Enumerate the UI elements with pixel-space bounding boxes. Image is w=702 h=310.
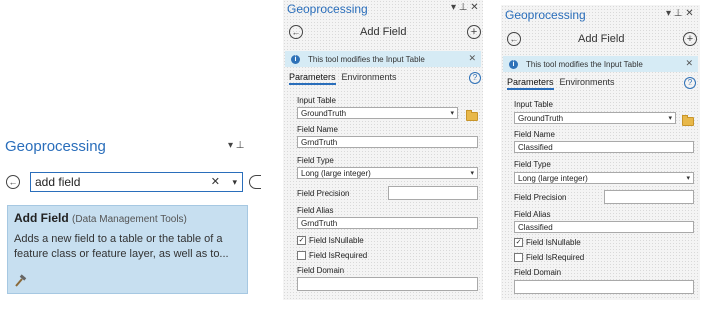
chevron-down-icon[interactable]: ▾ — [686, 173, 690, 185]
field-type-select[interactable]: Long (large integer) ▾ — [514, 172, 694, 184]
window-controls[interactable]: ▾ ⊥ ✕ — [451, 2, 479, 13]
field-type-label: Field Type — [514, 160, 551, 169]
input-table-label: Input Table — [514, 100, 553, 109]
back-button[interactable]: ← — [6, 175, 20, 189]
info-bar: i This tool modifies the Input Table ✕ — [503, 56, 698, 72]
input-table-value: GroundTruth — [301, 109, 347, 118]
hammer-icon — [15, 274, 27, 287]
folder-icon[interactable] — [466, 110, 478, 121]
field-domain-label: Field Domain — [297, 266, 345, 275]
clear-icon[interactable]: ✕ — [211, 173, 220, 191]
chevron-down-icon[interactable]: ▾ — [232, 173, 237, 191]
panel-title: Geoprocessing — [287, 2, 368, 16]
field-precision-label: Field Precision — [297, 189, 350, 198]
field-alias-input[interactable]: GrndTruth — [297, 217, 478, 229]
chevron-down-icon[interactable]: ▾ — [450, 108, 454, 120]
search-value: add field — [35, 175, 81, 189]
add-button[interactable]: + — [683, 32, 697, 46]
search-input[interactable]: add field ✕ ▾ — [30, 172, 243, 192]
nullable-checkbox-row[interactable]: ✓ Field IsNullable — [297, 236, 364, 245]
input-table-label: Input Table — [297, 96, 336, 105]
folder-icon[interactable] — [682, 115, 694, 126]
field-name-input[interactable]: GrndTruth — [297, 136, 478, 148]
required-checkbox[interactable] — [514, 253, 523, 262]
input-table-field[interactable]: GroundTruth ▾ — [514, 112, 676, 124]
close-icon[interactable]: ✕ — [468, 53, 476, 64]
nullable-label: Field IsNullable — [309, 236, 364, 245]
info-icon: i — [291, 54, 300, 64]
tab-parameters[interactable]: Parameters — [507, 77, 554, 90]
close-icon[interactable]: ✕ — [685, 58, 693, 69]
help-icon[interactable]: ? — [469, 72, 481, 84]
partial-button — [249, 175, 261, 189]
result-description: Adds a new field to a table or the table… — [14, 233, 229, 260]
panel-title: Geoprocessing — [5, 138, 106, 155]
input-table-value: GroundTruth — [518, 114, 564, 123]
window-controls[interactable]: ▾ ⊥ — [228, 140, 245, 151]
info-text: This tool modifies the Input Table — [308, 54, 425, 64]
field-precision-label: Field Precision — [514, 193, 567, 202]
info-text: This tool modifies the Input Table — [526, 59, 643, 69]
required-checkbox-row[interactable]: Field IsRequired — [514, 253, 584, 262]
required-label: Field IsRequired — [309, 251, 368, 260]
field-domain-input[interactable] — [297, 277, 478, 291]
tool-title: Add Field — [360, 26, 407, 38]
field-precision-input[interactable] — [604, 190, 694, 204]
field-type-select[interactable]: Long (large integer) ▾ — [297, 167, 478, 179]
field-alias-label: Field Alias — [297, 206, 334, 215]
field-type-value: Long (large integer) — [301, 169, 371, 178]
result-toolbox: (Data Management Tools) — [72, 214, 187, 225]
required-checkbox-row[interactable]: Field IsRequired — [297, 251, 367, 260]
tab-bar: Parameters Environments — [289, 72, 397, 85]
panel-title: Geoprocessing — [505, 8, 586, 22]
field-domain-label: Field Domain — [514, 268, 562, 277]
back-button[interactable]: ← — [507, 32, 521, 46]
tab-environments[interactable]: Environments — [342, 72, 397, 82]
field-type-label: Field Type — [297, 156, 334, 165]
field-alias-input[interactable]: Classified — [514, 221, 694, 233]
add-button[interactable]: + — [467, 25, 481, 39]
field-alias-label: Field Alias — [514, 210, 551, 219]
window-controls[interactable]: ▾ ⊥ ✕ — [666, 8, 694, 19]
required-checkbox[interactable] — [297, 251, 306, 260]
tab-environments[interactable]: Environments — [560, 77, 615, 87]
search-result-item[interactable]: Add Field (Data Management Tools) Adds a… — [7, 205, 248, 294]
required-label: Field IsRequired — [526, 253, 585, 262]
back-button[interactable]: ← — [289, 25, 303, 39]
field-precision-input[interactable] — [388, 186, 478, 200]
chevron-down-icon[interactable]: ▾ — [470, 168, 474, 180]
help-icon[interactable]: ? — [684, 77, 696, 89]
tab-bar: Parameters Environments — [507, 77, 615, 90]
info-icon: i — [509, 59, 518, 69]
nullable-checkbox[interactable]: ✓ — [514, 238, 523, 247]
input-table-field[interactable]: GroundTruth ▾ — [297, 107, 458, 119]
field-name-input[interactable]: Classified — [514, 141, 694, 153]
tab-parameters[interactable]: Parameters — [289, 72, 336, 85]
info-bar: i This tool modifies the Input Table ✕ — [285, 51, 481, 67]
chevron-down-icon[interactable]: ▾ — [668, 113, 672, 125]
result-tool-name: Add Field — [14, 211, 69, 225]
nullable-label: Field IsNullable — [526, 238, 581, 247]
field-type-value: Long (large integer) — [518, 174, 588, 183]
tool-title: Add Field — [578, 33, 625, 45]
field-domain-input[interactable] — [514, 280, 694, 294]
nullable-checkbox-row[interactable]: ✓ Field IsNullable — [514, 238, 581, 247]
nullable-checkbox[interactable]: ✓ — [297, 236, 306, 245]
field-name-label: Field Name — [297, 125, 338, 134]
field-name-label: Field Name — [514, 130, 555, 139]
